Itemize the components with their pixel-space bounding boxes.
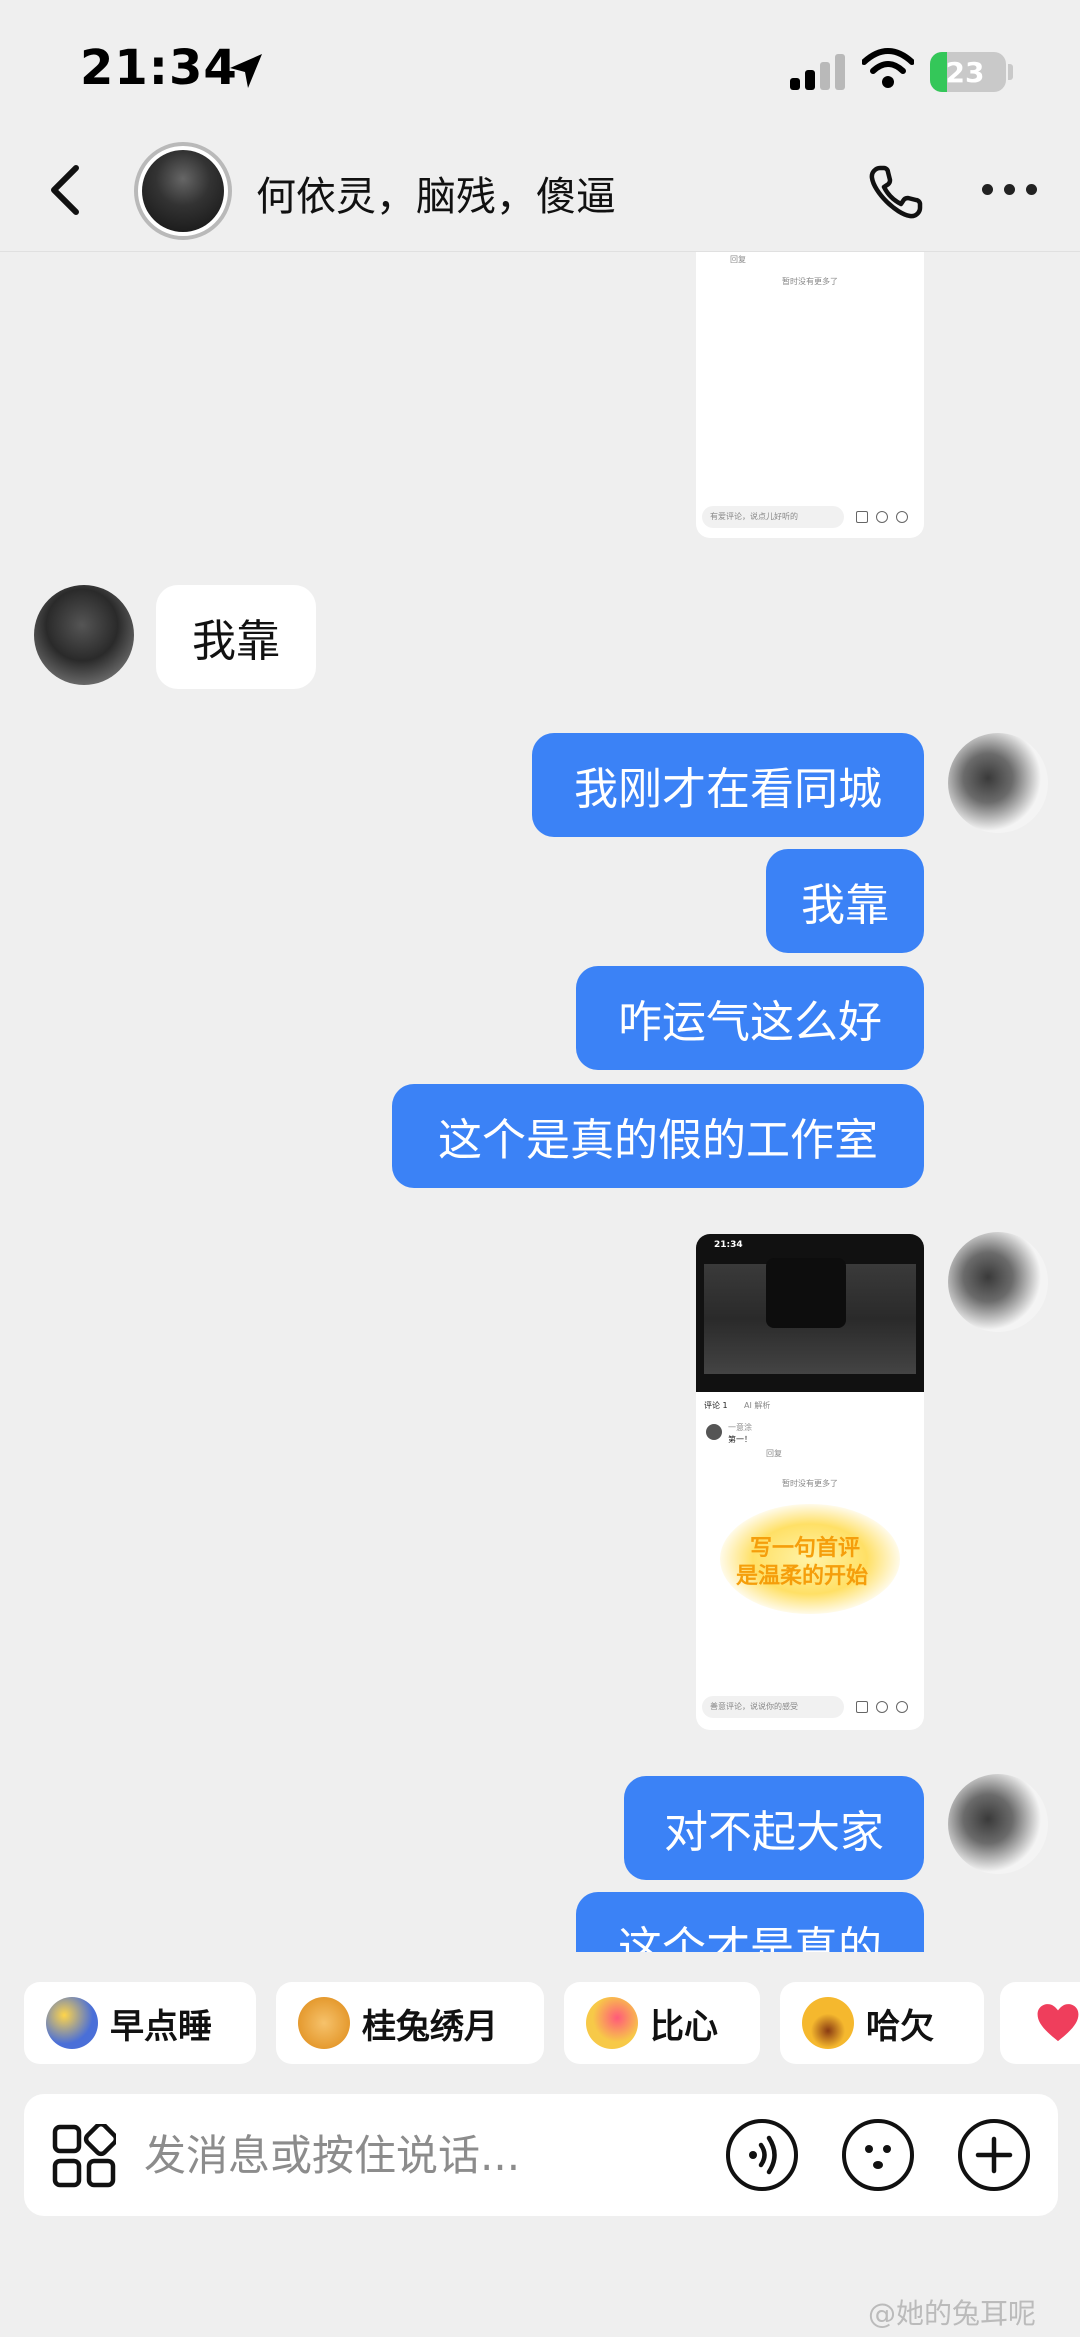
shot-no-more: 暂时没有更多了 xyxy=(782,1479,838,1488)
message-input[interactable] xyxy=(144,2118,704,2192)
image-message[interactable]: 21:34 评论 1 AI 解析 一意涂 第一！ 回复 暂时没有更多了 写一句首… xyxy=(696,1234,924,1730)
apps-grid-icon[interactable] xyxy=(52,2124,116,2188)
smiley-icon xyxy=(865,2145,891,2169)
mooncake-icon xyxy=(298,1997,350,2049)
shot-image-icon xyxy=(856,511,868,523)
shot-time: 21:34 xyxy=(714,1240,743,1250)
shot-commenter-avatar xyxy=(706,1424,722,1440)
shot-at-icon xyxy=(876,1701,888,1713)
received-message[interactable]: 我靠 xyxy=(156,585,316,689)
quick-reaction-label: 桂兔绣月 xyxy=(362,2006,498,2047)
sent-message[interactable]: 这个才是真的 xyxy=(576,1892,924,1952)
heart-hands-icon xyxy=(586,1997,638,2049)
contact-avatar[interactable] xyxy=(134,142,232,240)
sent-message[interactable]: 这个是真的假的工作室 xyxy=(392,1084,924,1188)
quick-reaction-label: 哈欠 xyxy=(866,2006,934,2047)
quick-reaction-mooncake[interactable]: 桂兔绣月 xyxy=(276,1982,544,2064)
shot-image-icon xyxy=(856,1701,868,1713)
plus-icon xyxy=(975,2136,1013,2174)
battery-indicator: 23 xyxy=(930,52,1006,92)
quick-reaction-sleep[interactable]: 早点睡 xyxy=(24,1982,256,2064)
voice-wave-icon xyxy=(749,2135,777,2175)
sent-message[interactable]: 我刚才在看同城 xyxy=(532,733,924,837)
shot-emoji-icon xyxy=(896,511,908,523)
back-arrow-icon[interactable] xyxy=(42,160,92,220)
quick-reaction-heart-hands[interactable]: 比心 xyxy=(564,1982,760,2064)
my-avatar[interactable] xyxy=(948,1232,1048,1332)
quick-reaction-label: 早点睡 xyxy=(110,2006,212,2047)
chat-title[interactable]: 何依灵，脑残，傻逼 xyxy=(256,164,616,222)
contact-message-avatar[interactable] xyxy=(34,585,134,685)
shot-comment-placeholder: 有爱评论，说点儿好听的 xyxy=(710,512,798,521)
battery-text: 23 xyxy=(945,55,985,89)
status-bar: 21:34 23 xyxy=(0,0,1080,130)
emoji-button[interactable] xyxy=(842,2119,914,2191)
sent-message[interactable]: 咋运气这么好 xyxy=(576,966,924,1070)
chat-header: 何依灵，脑残，傻逼 xyxy=(0,130,1080,252)
voice-button[interactable] xyxy=(726,2119,798,2191)
yawn-icon xyxy=(802,1997,854,2049)
quick-reaction-heart[interactable] xyxy=(1000,1982,1080,2064)
message-list[interactable]: 回复 ♡ 暂时没有更多了 有爱评论，说点儿好听的 我靠 我刚才在看同城 我靠 咋… xyxy=(0,252,1080,1952)
status-time: 21:34 xyxy=(80,40,238,96)
phone-icon[interactable] xyxy=(866,162,926,222)
more-options-icon[interactable] xyxy=(980,184,1040,198)
shot-comment-placeholder: 善意评论，说说你的感受 xyxy=(710,1702,798,1711)
image-message[interactable]: 回复 ♡ 暂时没有更多了 有爱评论，说点儿好听的 xyxy=(696,252,924,538)
my-avatar[interactable] xyxy=(948,1774,1048,1874)
shot-promo-line2: 是温柔的开始 xyxy=(736,1564,869,1589)
shot-tab-comments: 评论 1 xyxy=(704,1401,728,1410)
wifi-icon xyxy=(862,48,914,88)
shot-commenter: 一意涂 xyxy=(728,1423,752,1432)
shot-comment: 第一！ xyxy=(728,1435,752,1444)
signal-icon xyxy=(790,52,846,90)
message-input-bar xyxy=(24,2094,1058,2216)
quick-reaction-label: 比心 xyxy=(650,2006,718,2047)
battery-cap xyxy=(1008,64,1013,80)
moon-sleep-icon xyxy=(46,1997,98,2049)
shot-no-more: 暂时没有更多了 xyxy=(782,277,838,286)
shot-tab-ai: AI 解析 xyxy=(744,1401,771,1410)
shot-at-icon xyxy=(876,511,888,523)
sent-message[interactable]: 对不起大家 xyxy=(624,1776,924,1880)
add-button[interactable] xyxy=(958,2119,1030,2191)
heart-icon xyxy=(1037,2004,1079,2042)
shot-emoji-icon xyxy=(896,1701,908,1713)
shot-video-area: 21:34 xyxy=(696,1234,924,1392)
watermark: @她的兔耳呢 xyxy=(868,2297,1037,2330)
location-arrow-icon xyxy=(230,54,262,88)
shot-reply: 回复 xyxy=(766,1449,782,1458)
shot-reply: 回复 xyxy=(730,255,746,264)
sent-message[interactable]: 我靠 xyxy=(766,849,924,953)
my-avatar[interactable] xyxy=(948,733,1048,833)
quick-reaction-yawn[interactable]: 哈欠 xyxy=(780,1982,984,2064)
